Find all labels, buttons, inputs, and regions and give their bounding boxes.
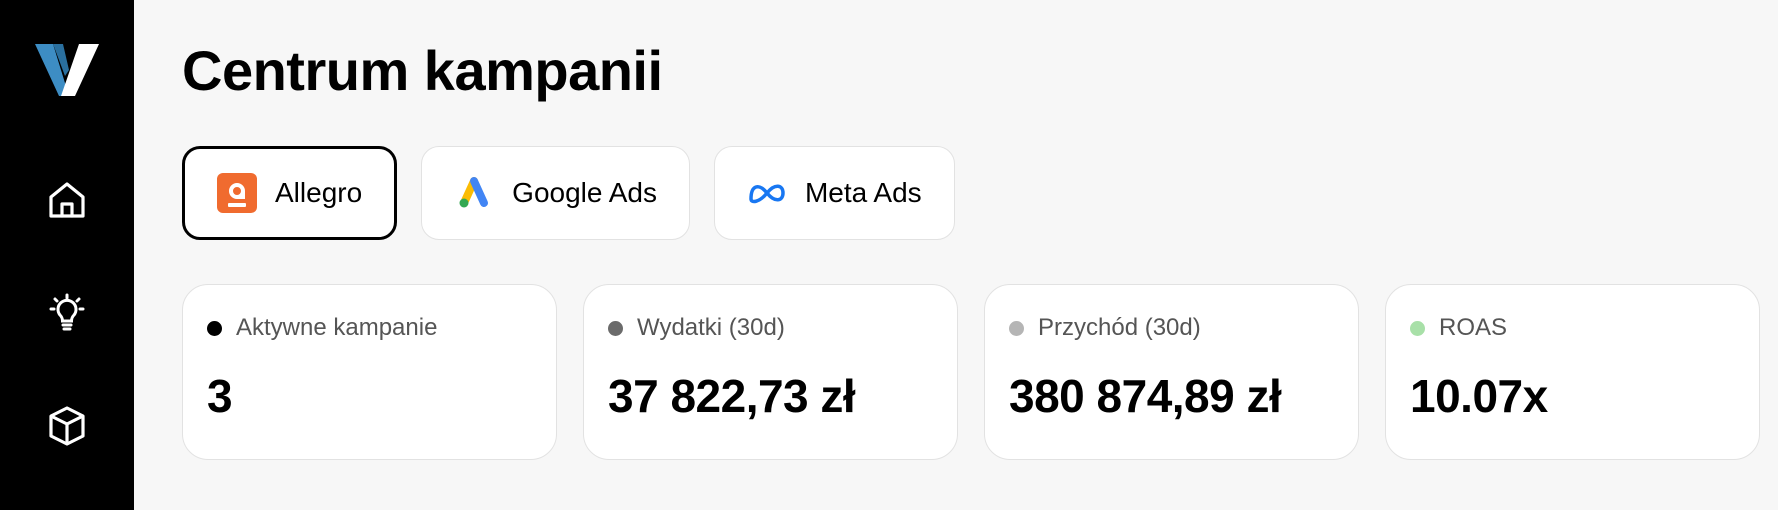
allegro-icon bbox=[217, 173, 257, 213]
main-content: Centrum kampanii Allegro Google Ads Meta… bbox=[134, 0, 1778, 510]
stat-card-revenue: Przychód (30d) 380 874,89 zł bbox=[984, 284, 1359, 460]
stat-label: Przychód (30d) bbox=[1038, 314, 1201, 341]
tab-allegro[interactable]: Allegro bbox=[182, 146, 398, 240]
tab-label: Google Ads bbox=[512, 177, 657, 208]
platform-tabs: Allegro Google Ads Meta Ads bbox=[182, 146, 1778, 240]
tab-label: Allegro bbox=[275, 177, 363, 208]
tab-label: Meta Ads bbox=[804, 177, 922, 208]
stat-card-spend: Wydatki (30d) 37 822,73 zł bbox=[583, 284, 958, 460]
lightbulb-icon bbox=[49, 293, 85, 331]
sidebar-item-ideas[interactable] bbox=[35, 283, 99, 342]
stat-label-row: Przychód (30d) bbox=[1009, 313, 1334, 343]
stat-value: 3 bbox=[207, 370, 233, 422]
page-title: Centrum kampanii bbox=[182, 39, 663, 102]
stat-card-active-campaigns: Aktywne kampanie 3 bbox=[182, 284, 557, 460]
sidebar-item-home[interactable] bbox=[35, 170, 99, 229]
google-ads-icon bbox=[454, 173, 494, 213]
stat-card-roas: ROAS 10.07x bbox=[1385, 284, 1760, 460]
stat-value: 380 874,89 zł bbox=[1009, 370, 1282, 422]
stat-value: 10.07x bbox=[1410, 370, 1548, 422]
home-icon bbox=[49, 182, 85, 218]
tab-meta-ads[interactable]: Meta Ads bbox=[713, 146, 955, 240]
sidebar-item-products[interactable] bbox=[35, 397, 99, 456]
stat-label: Wydatki (30d) bbox=[637, 314, 785, 341]
app-root: Centrum kampanii Allegro Google Ads Meta… bbox=[0, 0, 1778, 510]
sidebar bbox=[0, 0, 134, 510]
cube-icon bbox=[49, 406, 85, 446]
stat-label-row: ROAS bbox=[1410, 313, 1735, 343]
status-dot bbox=[1009, 320, 1024, 336]
stats-cards: Aktywne kampanie 3 Wydatki (30d) 37 822,… bbox=[182, 284, 1778, 460]
v-logo[interactable] bbox=[35, 40, 99, 100]
stat-label-row: Wydatki (30d) bbox=[608, 313, 933, 343]
tab-google-ads[interactable]: Google Ads bbox=[421, 146, 690, 240]
status-dot bbox=[1410, 320, 1425, 336]
stat-value: 37 822,73 zł bbox=[608, 370, 856, 422]
status-dot bbox=[207, 320, 222, 336]
meta-icon bbox=[747, 173, 787, 213]
stat-label-row: Aktywne kampanie bbox=[207, 313, 532, 343]
stat-label: Aktywne kampanie bbox=[236, 314, 438, 341]
status-dot bbox=[608, 320, 623, 336]
stat-label: ROAS bbox=[1439, 314, 1508, 341]
